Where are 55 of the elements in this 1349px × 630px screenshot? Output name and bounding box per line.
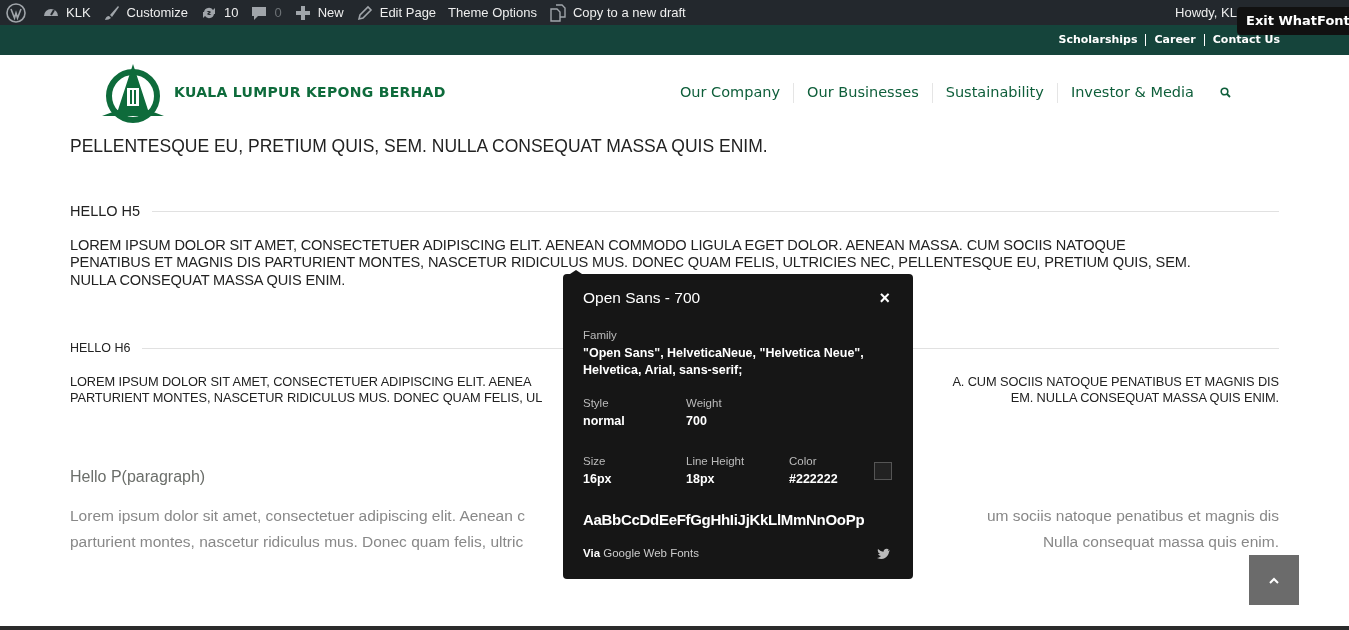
- heading-text: PELLENTESQUE EU, PRETIUM QUIS, SEM. NULLA CONSEQUAT MASSA QUIS ENIM.: [70, 135, 769, 157]
- top-link[interactable]: Scholarships: [1058, 31, 1138, 49]
- font-sample-text: AaBbCcDdEeFfGgHhIiJjKkLlMmNnOoPp: [583, 510, 865, 528]
- greeting-text[interactable]: Howdy, KL: [1175, 2, 1237, 23]
- text-line: Lorem ipsum dolor sit amet, consectetuer adipiscing elit. Aenean c: [70, 506, 525, 526]
- heading-text: HELLO H6: [70, 340, 131, 358]
- chevron-up-icon: [1269, 576, 1279, 584]
- popup-title: Open Sans - 700: [583, 288, 701, 308]
- wordpress-logo-icon[interactable]: [6, 2, 26, 23]
- admin-bar-item[interactable]: KLK: [36, 0, 97, 25]
- nav-link[interactable]: Investor & Media: [1070, 81, 1194, 104]
- exit-whatfont-button[interactable]: Exit WhatFont: [1237, 7, 1349, 35]
- field-label: Style: [583, 395, 610, 411]
- field-value: 18px: [686, 470, 716, 488]
- text-line: NULLA CONSEQUAT MASSA QUIS ENIM.: [70, 271, 346, 290]
- field-value: 16px: [583, 470, 613, 488]
- logo-text: KUALA LUMPUR KEPONG BERHAD: [174, 83, 446, 102]
- field-label: Weight: [686, 395, 723, 411]
- field-label: Color: [789, 453, 818, 469]
- nav-link[interactable]: Sustainability: [945, 81, 1044, 104]
- admin-bar-item[interactable]: Customize: [96, 0, 194, 25]
- copy-icon: [548, 3, 567, 22]
- admin-bar-item[interactable]: Edit Page: [349, 0, 443, 25]
- text-line: parturient montes, nascetur ridiculus mus. Donec quam felis, ultric: [70, 532, 524, 552]
- nav-link[interactable]: Our Businesses: [807, 81, 919, 104]
- text-line: PARTURIENT MONTES, NASCETUR RIDICULUS MUS. DONEC QUAM FELIS, UL: [70, 389, 543, 405]
- via-text: Via Google Web Fonts: [583, 546, 699, 561]
- plus-icon: [293, 3, 312, 22]
- heading-text: Hello P(paragraph): [70, 467, 206, 487]
- field-value: #222222: [789, 470, 839, 488]
- brush-icon: [102, 3, 121, 22]
- pencil-icon: [355, 3, 374, 22]
- text-line: EM. NULLA CONSEQUAT MASSA QUIS ENIM.: [1010, 389, 1279, 405]
- field-value: 700: [686, 412, 708, 430]
- text-line: LOREM IPSUM DOLOR SIT AMET, CONSECTETUER ADIPISCING ELIT. AENEA: [70, 374, 532, 390]
- text-line: LOREM IPSUM DOLOR SIT AMET, CONSECTETUER ADIPISCING ELIT. AENEAN COMMODO LIGULA EGET DOLOR. AENEAN MASSA. CUM SOCIIS NATOQUE: [70, 236, 1126, 255]
- search-icon[interactable]: [1220, 87, 1231, 98]
- nav-link[interactable]: Our Company: [679, 81, 781, 104]
- admin-bar-item[interactable]: Theme Options: [442, 0, 543, 25]
- heading-text: HELLO H5: [70, 202, 141, 221]
- admin-bar-item[interactable]: 10: [194, 0, 245, 25]
- field-label: Family: [583, 328, 618, 344]
- field-value: "Open Sans", HelveticaNeue, "Helvetica Neue", Helvetica, Arial, sans-serif;: [583, 344, 865, 379]
- text-line: A. CUM SOCIIS NATOQUE PENATIBUS ET MAGNIS DIS: [952, 374, 1279, 390]
- bird-icon[interactable]: [877, 547, 891, 560]
- field-value: normal: [583, 412, 626, 430]
- top-link[interactable]: Career: [1154, 31, 1196, 49]
- text-line: Nulla consequat massa quis enim.: [1042, 532, 1279, 552]
- admin-bar-item[interactable]: New: [287, 0, 350, 25]
- field-label: Line Height: [686, 453, 746, 469]
- text-line: PENATIBUS ET MAGNIS DIS PARTURIENT MONTES, NASCETUR RIDICULUS MUS. DONEC QUAM FELIS, ULTRICIES NEC, PELLENTESQUE EU, PRETIUM QUIS, SEM.: [70, 254, 1191, 272]
- close-button[interactable]: ×: [879, 288, 890, 307]
- field-label: Size: [583, 453, 607, 469]
- admin-bar-item[interactable]: Copy to a new draft: [542, 0, 692, 25]
- text-line: um sociis natoque penatibus et magnis dis: [986, 506, 1279, 526]
